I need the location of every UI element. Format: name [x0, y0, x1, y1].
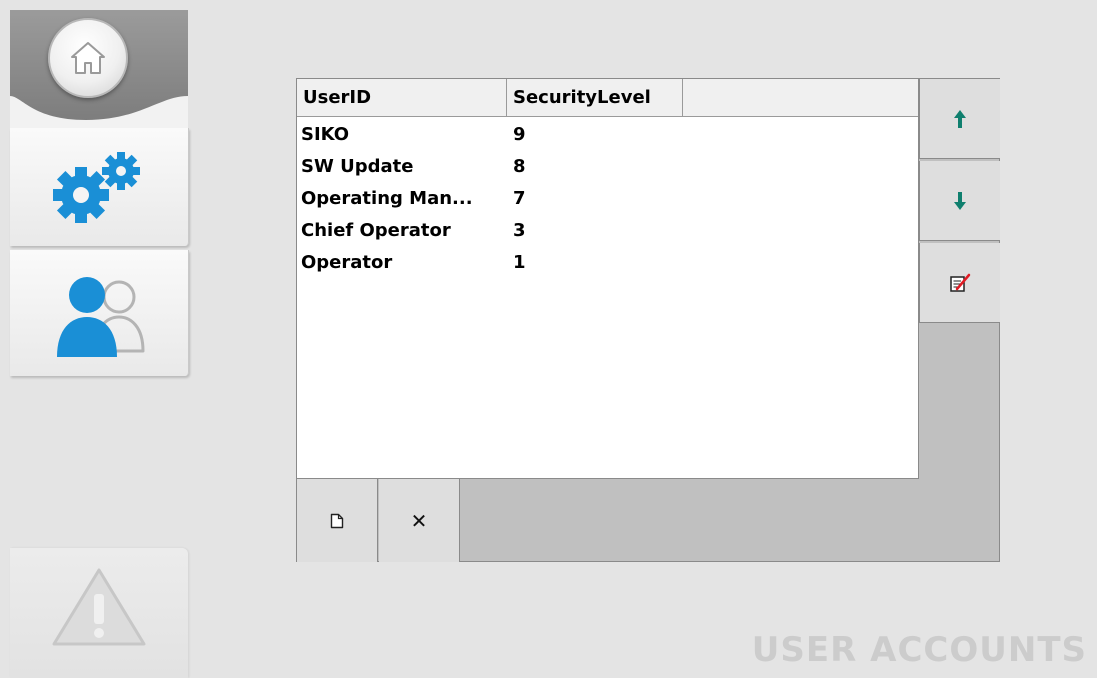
- securitylevel-cell: 3: [513, 220, 526, 241]
- home-icon: [71, 42, 105, 74]
- table-row[interactable]: SW Update 8: [297, 151, 918, 183]
- arrow-up-icon: [954, 109, 966, 128]
- home-button[interactable]: [48, 18, 128, 98]
- warning-icon: [52, 568, 146, 646]
- userid-cell: Chief Operator: [301, 220, 451, 241]
- settings-nav-button[interactable]: [10, 128, 189, 246]
- table-header: UserID SecurityLevel: [297, 79, 918, 117]
- user-accounts-panel: UserID SecurityLevel SIKO 9 SW Update 8 …: [296, 78, 1000, 562]
- column-header-empty: [683, 79, 918, 117]
- nav-header: [10, 10, 188, 128]
- userid-cell: Operating Man...: [301, 188, 473, 209]
- new-user-button[interactable]: [297, 479, 378, 562]
- edit-user-button[interactable]: [919, 243, 1000, 323]
- delete-user-button[interactable]: ✕: [379, 479, 460, 562]
- users-icon: [57, 277, 145, 357]
- page-title: USER ACCOUNTS: [751, 630, 1087, 670]
- securitylevel-cell: 7: [513, 188, 526, 209]
- alarm-nav-button[interactable]: [10, 548, 188, 678]
- user-accounts-nav-button[interactable]: [10, 250, 189, 376]
- table-row[interactable]: Operating Man... 7: [297, 183, 918, 215]
- userid-cell: SIKO: [301, 124, 350, 145]
- securitylevel-cell: 9: [513, 124, 526, 145]
- move-down-button[interactable]: [919, 161, 1000, 241]
- move-up-button[interactable]: [919, 79, 1000, 159]
- userid-cell: SW Update: [301, 156, 414, 177]
- table-row[interactable]: Operator 1: [297, 247, 918, 279]
- new-document-icon: [330, 513, 344, 528]
- gears-icon: [53, 152, 140, 223]
- securitylevel-cell: 1: [513, 252, 526, 273]
- column-header-securitylevel[interactable]: SecurityLevel: [507, 79, 683, 117]
- arrow-down-icon: [954, 191, 966, 210]
- table-body: SIKO 9 SW Update 8 Operating Man... 7 Ch…: [297, 119, 918, 279]
- users-table: UserID SecurityLevel SIKO 9 SW Update 8 …: [297, 79, 919, 479]
- table-row[interactable]: SIKO 9: [297, 119, 918, 151]
- edit-icon: [950, 273, 971, 292]
- userid-cell: Operator: [301, 252, 393, 273]
- table-row[interactable]: Chief Operator 3: [297, 215, 918, 247]
- delete-icon: ✕: [410, 508, 428, 533]
- securitylevel-cell: 8: [513, 156, 526, 177]
- column-header-userid[interactable]: UserID: [297, 79, 507, 117]
